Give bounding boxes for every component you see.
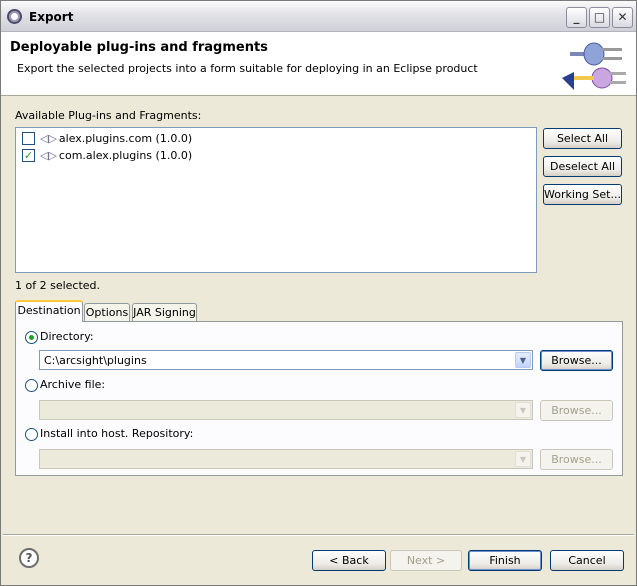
finish-button[interactable]: Finish [468, 550, 542, 571]
browse-install-button[interactable]: Browse... [540, 449, 613, 470]
minimize-button[interactable]: _ [566, 7, 587, 28]
tab-options[interactable]: Options [84, 303, 130, 323]
eclipse-icon [7, 9, 22, 24]
plugin-export-icon [562, 42, 626, 90]
plugins-list[interactable]: ◁▷ alex.plugins.com (1.0.0) ✓ ◁▷ com.ale… [15, 127, 537, 273]
destination-panel: Directory: C:\arcsight\plugins ▼ Browse.… [15, 321, 623, 476]
directory-combo[interactable]: C:\arcsight\plugins ▼ [39, 350, 533, 370]
chevron-down-icon[interactable]: ▼ [515, 352, 531, 368]
directory-label: Directory: [40, 330, 94, 343]
cancel-button[interactable]: Cancel [550, 550, 624, 571]
working-set-button[interactable]: Working Set... [543, 184, 622, 205]
browse-directory-button[interactable]: Browse... [540, 350, 613, 371]
back-button[interactable]: < Back [312, 550, 386, 571]
title-bar: Export _ □ ✕ [1, 1, 636, 32]
selection-status: 1 of 2 selected. [15, 279, 101, 292]
tab-label: Destination [17, 304, 81, 317]
archive-radio[interactable] [25, 379, 38, 392]
close-button[interactable]: ✕ [612, 7, 633, 28]
page-title: Deployable plug-ins and fragments [10, 40, 268, 55]
plugins-list-label: Available Plug-ins and Fragments: [15, 109, 202, 122]
install-combo[interactable]: ▼ [39, 449, 533, 469]
select-all-button[interactable]: Select All [543, 128, 622, 149]
chevron-down-icon[interactable]: ▼ [515, 402, 531, 418]
tab-destination[interactable]: Destination [15, 300, 83, 322]
list-item[interactable]: ◁▷ alex.plugins.com (1.0.0) [22, 130, 192, 146]
plugin-icon: ◁▷ [40, 131, 57, 145]
plugin-name: com.alex.plugins (1.0.0) [58, 148, 193, 162]
install-radio[interactable] [25, 428, 38, 441]
maximize-button[interactable]: □ [589, 7, 610, 28]
help-icon[interactable]: ? [19, 548, 39, 568]
archive-label: Archive file: [40, 378, 106, 391]
directory-radio[interactable] [25, 331, 38, 344]
directory-value: C:\arcsight\plugins [44, 354, 147, 367]
archive-combo[interactable]: ▼ [39, 400, 533, 420]
plugin-name: alex.plugins.com (1.0.0) [58, 131, 193, 145]
install-label: Install into host. Repository: [40, 427, 194, 440]
deselect-all-button[interactable]: Deselect All [543, 156, 622, 177]
export-dialog: Export _ □ ✕ Deployable plug-ins and fra… [0, 0, 637, 586]
tab-label: JAR Signing [133, 306, 196, 319]
browse-archive-button[interactable]: Browse... [540, 400, 613, 421]
tab-jar-signing[interactable]: JAR Signing [132, 303, 197, 323]
next-button[interactable]: Next > [390, 550, 462, 571]
window-title: Export [29, 10, 74, 24]
page-description: Export the selected projects into a form… [17, 62, 478, 75]
plugin-icon: ◁▷ [40, 148, 57, 162]
tab-label: Options [85, 306, 129, 319]
plugin-checkbox[interactable]: ✓ [22, 148, 35, 162]
footer-divider [3, 534, 634, 536]
header-banner: Deployable plug-ins and fragments Export… [1, 32, 636, 96]
list-item[interactable]: ✓ ◁▷ com.alex.plugins (1.0.0) [22, 147, 192, 163]
plugin-checkbox[interactable] [22, 131, 35, 145]
chevron-down-icon[interactable]: ▼ [515, 451, 531, 467]
